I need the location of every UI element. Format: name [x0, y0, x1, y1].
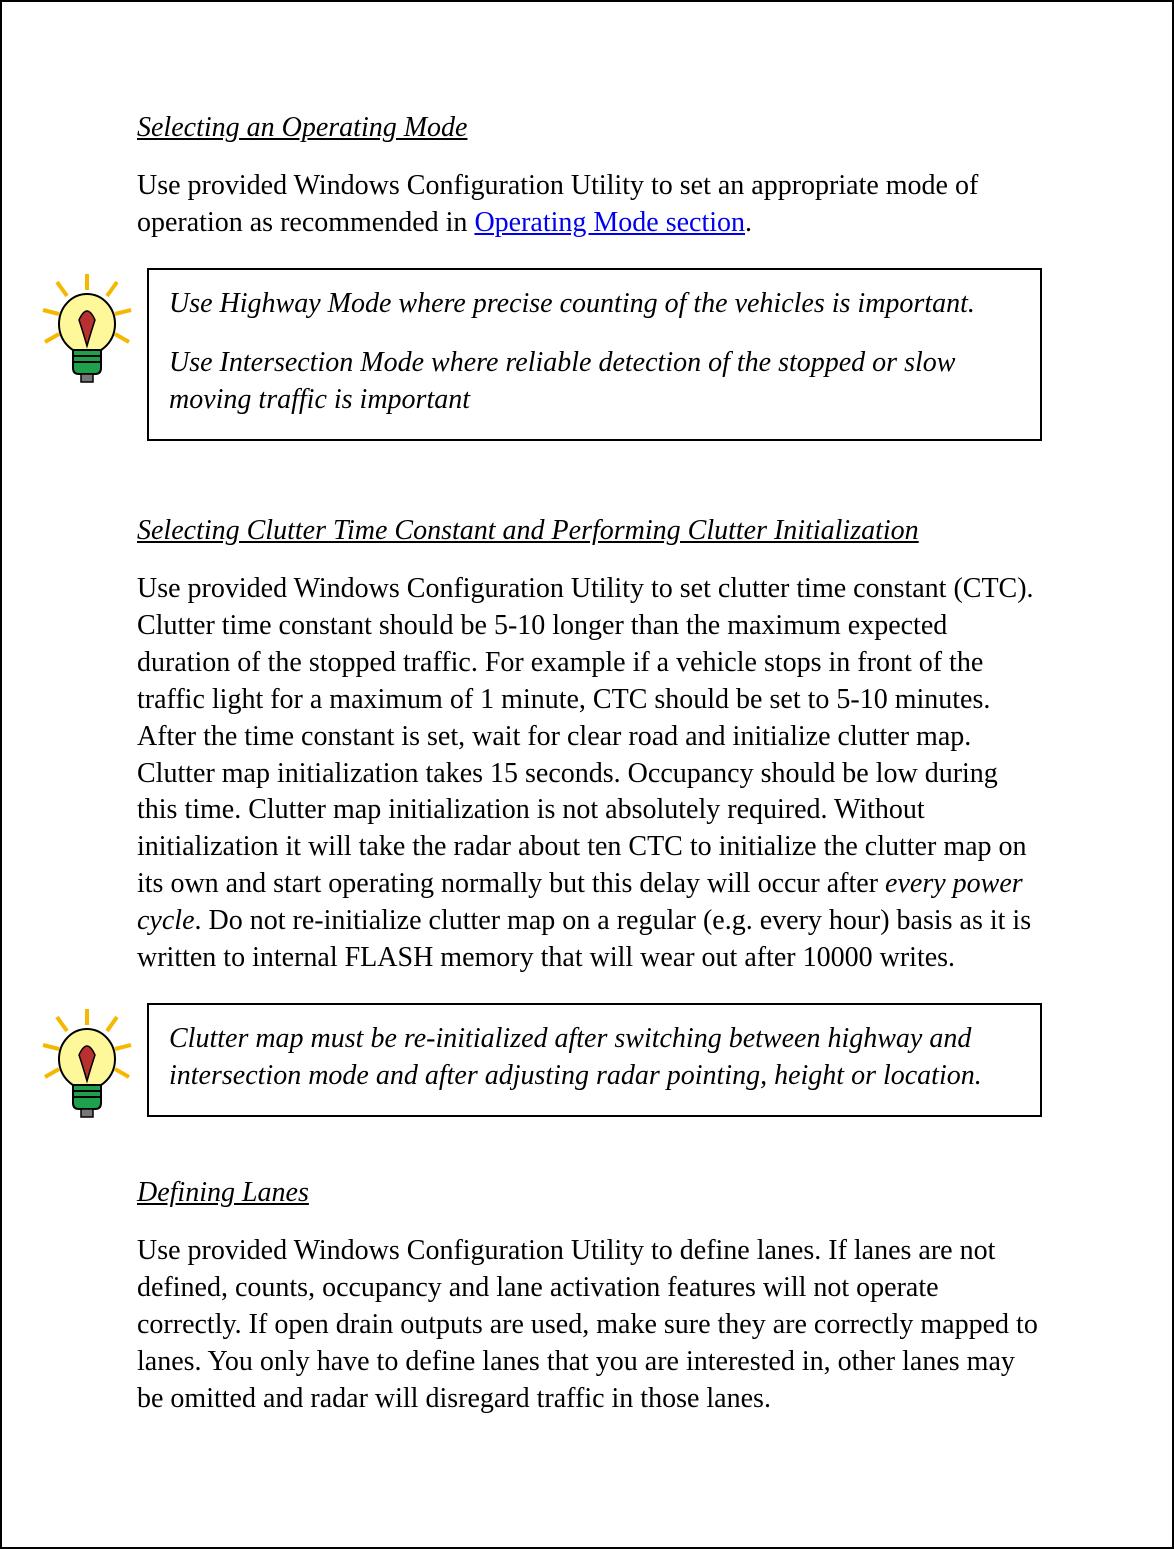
section2-heading: Selecting Clutter Time Constant and Perf…: [137, 515, 1042, 547]
section2-callout-p1: Clutter map must be re-initialized after…: [169, 1021, 1020, 1095]
section1-heading: Selecting an Operating Mode: [137, 112, 1042, 144]
section2-callout: Clutter map must be re-initialized after…: [27, 1003, 1042, 1137]
section1-callout-p2: Use Intersection Mode where reliable det…: [169, 345, 1020, 419]
document-page: Selecting an Operating Mode Use provided…: [0, 0, 1174, 1549]
section3-heading: Defining Lanes: [137, 1177, 1042, 1209]
section1-para-text-after: .: [745, 207, 752, 238]
lightbulb-icon-wrap: [27, 268, 147, 402]
lightbulb-icon-wrap: [27, 1003, 147, 1137]
operating-mode-link[interactable]: Operating Mode section: [474, 207, 745, 238]
section3-paragraph: Use provided Windows Configuration Utili…: [137, 1233, 1042, 1418]
section1-callout-box: Use Highway Mode where precise counting …: [147, 268, 1042, 441]
section2-callout-box: Clutter map must be re-initialized after…: [147, 1003, 1042, 1117]
section2-para-before-emph: Use provided Windows Configuration Utili…: [137, 573, 1034, 900]
lightbulb-icon: [37, 1007, 137, 1137]
section2-para-after-emph: . Do not re-initialize clutter map on a …: [137, 905, 1031, 973]
section1-callout: Use Highway Mode where precise counting …: [27, 268, 1042, 441]
section1-paragraph: Use provided Windows Configuration Utili…: [137, 168, 1042, 242]
lightbulb-icon: [37, 272, 137, 402]
section2-paragraph: Use provided Windows Configuration Utili…: [137, 571, 1042, 977]
section1-callout-p1: Use Highway Mode where precise counting …: [169, 286, 1020, 323]
